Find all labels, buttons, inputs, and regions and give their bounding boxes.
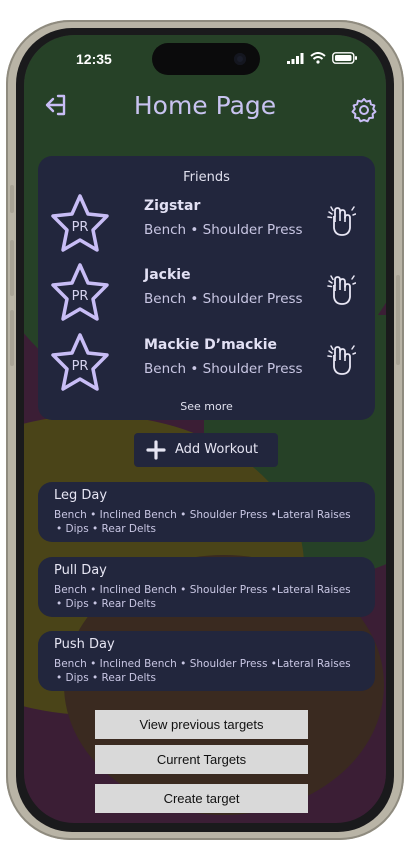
pr-badge-label: PR <box>72 220 89 235</box>
friend-item[interactable]: PR Mackie D’mackie Bench • Shoulder Pres… <box>38 331 375 395</box>
workout-card[interactable]: Pull Day Bench • Inclined Bench • Should… <box>38 557 375 617</box>
view-previous-targets-button[interactable]: View previous targets <box>95 710 308 739</box>
workout-name: Leg Day <box>54 488 108 503</box>
power-button <box>396 275 400 365</box>
friend-item[interactable]: PR Jackie Bench • Shoulder Press <box>38 261 375 325</box>
star-icon: PR <box>51 263 109 321</box>
clapping-hands-icon[interactable] <box>326 343 356 377</box>
signal-icon <box>287 52 304 64</box>
friend-exercises: Bench • Shoulder Press <box>144 361 303 377</box>
status-icons <box>287 52 358 64</box>
clapping-hands-icon[interactable] <box>326 273 356 307</box>
friend-exercises: Bench • Shoulder Press <box>144 222 303 238</box>
current-targets-button[interactable]: Current Targets <box>95 745 308 774</box>
workout-card[interactable]: Push Day Bench • Inclined Bench • Should… <box>38 631 375 691</box>
status-bar: 12:35 <box>24 35 386 85</box>
pr-badge-label: PR <box>72 289 89 304</box>
star-icon: PR <box>51 333 109 391</box>
action-button <box>10 185 14 213</box>
star-icon: PR <box>51 194 109 252</box>
plus-icon <box>146 440 166 460</box>
friends-card: Friends PR Zigstar Bench • Shoulder Pres… <box>38 156 375 420</box>
friend-name: Mackie D’mackie <box>144 337 278 353</box>
header: Home Page <box>24 85 386 135</box>
workout-exercises: Bench • Inclined Bench • Shoulder Press … <box>54 509 351 521</box>
workout-card[interactable]: Leg Day Bench • Inclined Bench • Shoulde… <box>38 482 375 542</box>
volume-down-button <box>10 310 14 366</box>
camera-icon <box>234 53 246 65</box>
workout-exercises: • Dips • Rear Delts <box>56 598 156 610</box>
workout-exercises: • Dips • Rear Delts <box>56 672 156 684</box>
friend-name: Zigstar <box>144 198 201 214</box>
friends-title: Friends <box>183 170 230 185</box>
clapping-hands-icon[interactable] <box>326 204 356 238</box>
wifi-icon <box>310 52 326 64</box>
volume-up-button <box>10 240 14 296</box>
dynamic-island <box>152 43 260 75</box>
workout-exercises: • Dips • Rear Delts <box>56 523 156 535</box>
page-title: Home Page <box>133 91 277 120</box>
battery-icon <box>332 52 357 64</box>
pr-badge-label: PR <box>72 359 89 374</box>
friend-item[interactable]: PR Zigstar Bench • Shoulder Press <box>38 192 375 256</box>
friend-exercises: Bench • Shoulder Press <box>144 291 303 307</box>
workout-name: Push Day <box>54 637 115 652</box>
add-workout-button[interactable]: Add Workout <box>134 433 278 467</box>
gear-icon[interactable] <box>351 97 377 123</box>
see-more-link[interactable]: See more <box>38 400 375 413</box>
workout-exercises: Bench • Inclined Bench • Shoulder Press … <box>54 584 351 596</box>
friend-name: Jackie <box>144 267 191 283</box>
create-target-button[interactable]: Create target <box>95 784 308 813</box>
workout-exercises: Bench • Inclined Bench • Shoulder Press … <box>54 658 351 670</box>
app-screen: 12:35 Home Page Friends PR Zigstar Bench… <box>24 35 386 823</box>
status-time: 12:35 <box>76 51 112 67</box>
add-workout-label: Add Workout <box>175 442 259 457</box>
workout-name: Pull Day <box>54 563 107 578</box>
